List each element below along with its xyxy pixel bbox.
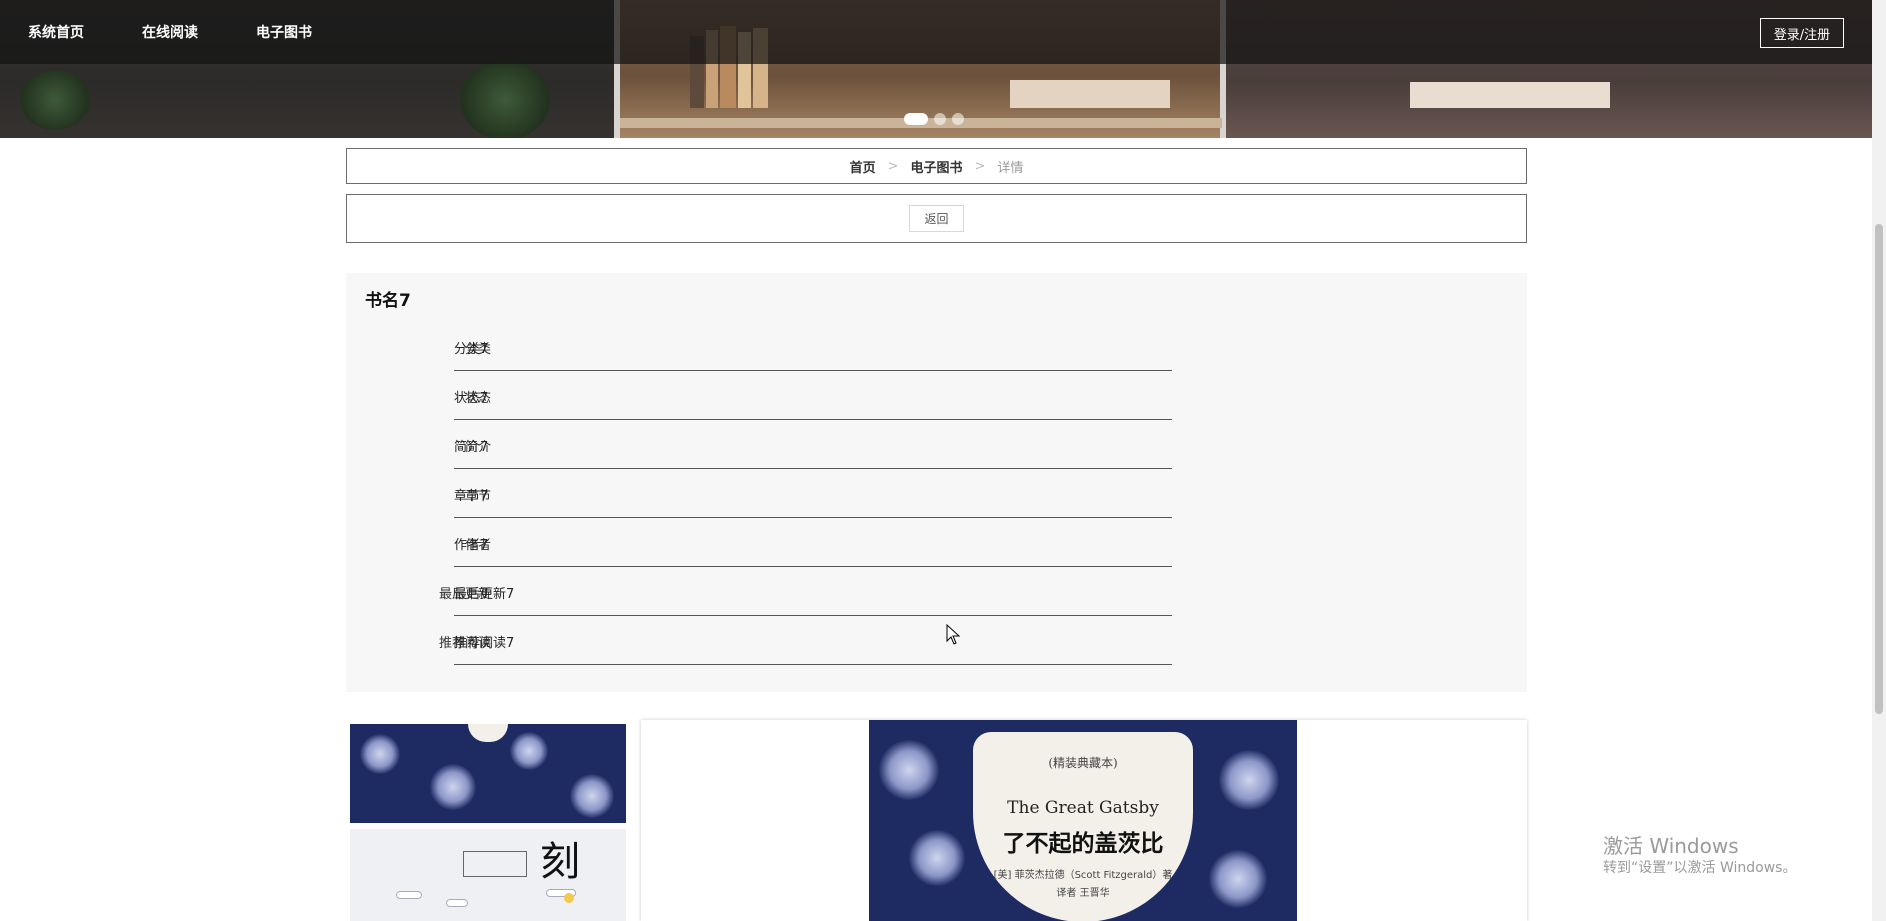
detail-row-chapter: 章节 章节7 bbox=[346, 469, 1246, 518]
carousel-indicators bbox=[904, 113, 964, 125]
cover-shield: (精装典藏本) The Great Gatsby 了不起的盖茨比 [美] 菲茨杰… bbox=[973, 732, 1193, 921]
floral-pattern bbox=[1219, 750, 1279, 810]
detail-underline bbox=[454, 664, 1172, 665]
back-button[interactable]: 返回 bbox=[909, 205, 964, 232]
banner-plant bbox=[460, 60, 550, 138]
detail-row-summary: 简介 简介7 bbox=[346, 420, 1246, 469]
cover-thumbnail[interactable]: 刻 bbox=[350, 829, 626, 921]
breadcrumb-separator: > bbox=[974, 158, 986, 174]
floral-pattern bbox=[510, 732, 548, 770]
thumbnail-title-char: 刻 bbox=[540, 839, 580, 885]
page-scrollbar[interactable] bbox=[1872, 0, 1886, 921]
cover-subtitle: (精装典藏本) bbox=[1048, 756, 1118, 770]
windows-activation-hint: 转到“设置”以激活 Windows。 bbox=[1603, 860, 1797, 876]
cloud-icon bbox=[446, 899, 468, 907]
floral-pattern bbox=[570, 774, 614, 818]
book-cover-image: (精装典藏本) The Great Gatsby 了不起的盖茨比 [美] 菲茨杰… bbox=[869, 720, 1297, 921]
cover-title-cn: 了不起的盖茨比 bbox=[1002, 830, 1164, 857]
cover-preview: (精装典藏本) The Great Gatsby 了不起的盖茨比 [美] 菲茨杰… bbox=[641, 720, 1527, 921]
cover-title-en: The Great Gatsby bbox=[1007, 798, 1159, 818]
banner-plant bbox=[20, 70, 90, 130]
cloud-icon bbox=[396, 891, 422, 899]
breadcrumb-current: 详情 bbox=[997, 160, 1024, 176]
detail-value: 推荐阅读7 bbox=[454, 636, 515, 651]
detail-value: 最后更新7 bbox=[454, 587, 515, 602]
breadcrumb-separator: > bbox=[887, 158, 899, 174]
shield-shape bbox=[468, 724, 508, 742]
nav-item-home[interactable]: 系统首页 bbox=[28, 22, 84, 42]
floral-pattern bbox=[879, 740, 939, 800]
floral-pattern bbox=[1209, 850, 1267, 908]
detail-row-category: 分类 分类7 bbox=[346, 322, 1246, 371]
floral-pattern bbox=[430, 764, 476, 810]
banner-book bbox=[1410, 82, 1610, 108]
thumbnail-text-box bbox=[463, 851, 527, 877]
windows-activation-watermark: 激活 Windows bbox=[1603, 834, 1739, 858]
breadcrumb-ebooks[interactable]: 电子图书 bbox=[910, 157, 962, 176]
detail-value: 作者7 bbox=[454, 538, 489, 553]
detail-row-status: 状态 状态7 bbox=[346, 371, 1246, 420]
carousel-dot[interactable] bbox=[952, 113, 964, 125]
book-title: 书名7 bbox=[365, 291, 411, 311]
sun-icon bbox=[564, 893, 574, 903]
book-detail-panel: 书名7 分类 分类7 状态 状态7 简介 简介7 章节 章节7 作者 作者7 最… bbox=[346, 273, 1527, 692]
breadcrumb: 首页 > 电子图书 > 详情 bbox=[346, 148, 1527, 184]
scrollbar-thumb[interactable] bbox=[1875, 224, 1883, 714]
top-nav: 系统首页 在线阅读 电子图书 登录/注册 bbox=[0, 0, 1872, 64]
login-register-button[interactable]: 登录/注册 bbox=[1760, 18, 1844, 48]
nav-item-ebooks[interactable]: 电子图书 bbox=[256, 22, 312, 42]
detail-row-last-update: 最后更新 最后更新7 bbox=[346, 567, 1246, 616]
detail-value: 状态7 bbox=[454, 391, 489, 406]
detail-value: 章节7 bbox=[454, 489, 489, 504]
banner-book bbox=[1010, 80, 1170, 108]
detail-row-author: 作者 作者7 bbox=[346, 518, 1246, 567]
detail-value: 分类7 bbox=[454, 342, 489, 357]
carousel-dot[interactable] bbox=[934, 113, 946, 125]
cover-author: [美] 菲茨杰拉德（Scott Fitzgerald）著 bbox=[993, 870, 1173, 881]
nav-item-online-reading[interactable]: 在线阅读 bbox=[142, 22, 198, 42]
floral-pattern bbox=[360, 734, 400, 774]
detail-value: 简介7 bbox=[454, 440, 489, 455]
cover-translator: 译者 王晋华 bbox=[1056, 888, 1110, 899]
back-bar: 返回 bbox=[346, 194, 1527, 243]
carousel-dot[interactable] bbox=[904, 113, 928, 125]
detail-row-recommended: 推荐阅读 推荐阅读7 bbox=[346, 616, 1246, 665]
mouse-cursor-icon bbox=[946, 624, 961, 645]
floral-pattern bbox=[909, 830, 965, 886]
breadcrumb-home[interactable]: 首页 bbox=[850, 157, 876, 176]
cover-thumbnail[interactable] bbox=[350, 724, 626, 823]
